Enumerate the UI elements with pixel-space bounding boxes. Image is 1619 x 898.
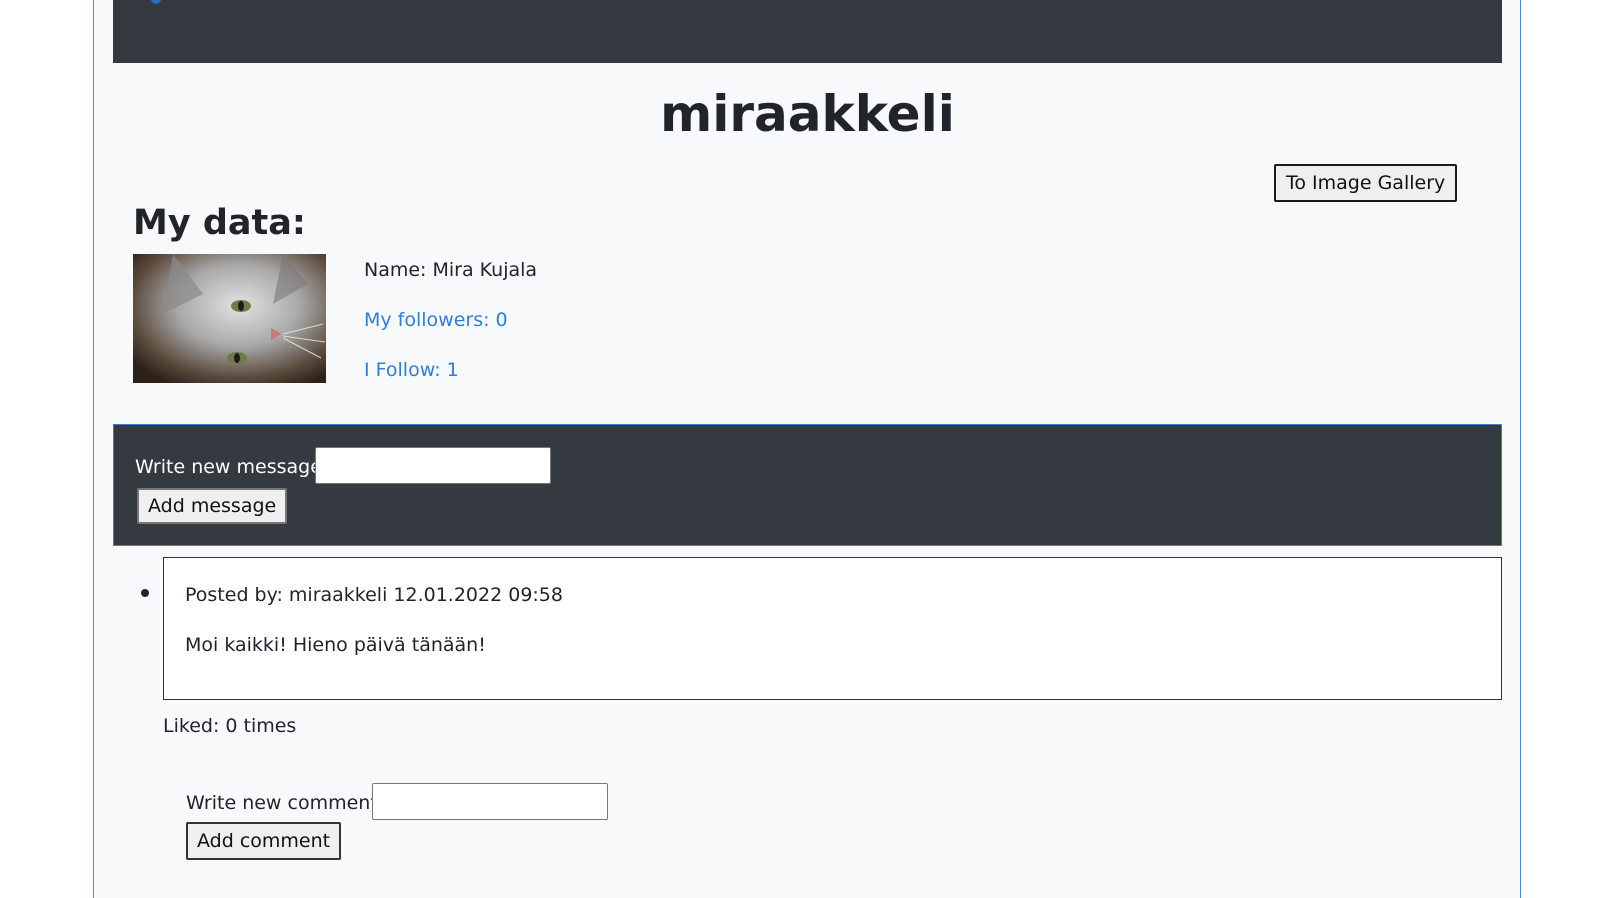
profile-name: Name: Mira Kujala — [364, 259, 538, 281]
post-card — [163, 557, 1502, 700]
new-comment-input[interactable] — [372, 783, 608, 820]
nav-link-indicator[interactable] — [151, 0, 161, 4]
new-comment-label: Write new comment: — [186, 792, 385, 814]
i-follow-link[interactable]: I Follow: 1 — [364, 359, 459, 381]
followers-link-wrap: My followers: 0 — [364, 307, 508, 333]
page-title: miraakkeli — [660, 85, 955, 143]
cat-photo-icon — [133, 254, 326, 383]
new-message-input[interactable] — [315, 447, 551, 484]
add-comment-button[interactable]: Add comment — [186, 822, 342, 860]
liked-count: Liked: 0 times — [163, 715, 297, 737]
add-message-button[interactable]: Add message — [137, 488, 288, 524]
post-text: Moi kaikki! Hieno päivä tänään! — [185, 634, 486, 656]
list-bullet — [141, 589, 149, 597]
new-message-label: Write new message: — [135, 456, 329, 478]
avatar — [133, 254, 326, 383]
my-followers-link[interactable]: My followers: 0 — [364, 309, 508, 331]
top-navbar — [113, 0, 1502, 63]
to-image-gallery-button[interactable]: To Image Gallery — [1274, 164, 1458, 202]
post-meta: Posted by: miraakkeli 12.01.2022 09:58 — [185, 584, 563, 606]
new-message-panel — [113, 424, 1502, 546]
following-link-wrap: I Follow: 1 — [364, 357, 459, 383]
my-data-heading: My data: — [133, 203, 306, 243]
